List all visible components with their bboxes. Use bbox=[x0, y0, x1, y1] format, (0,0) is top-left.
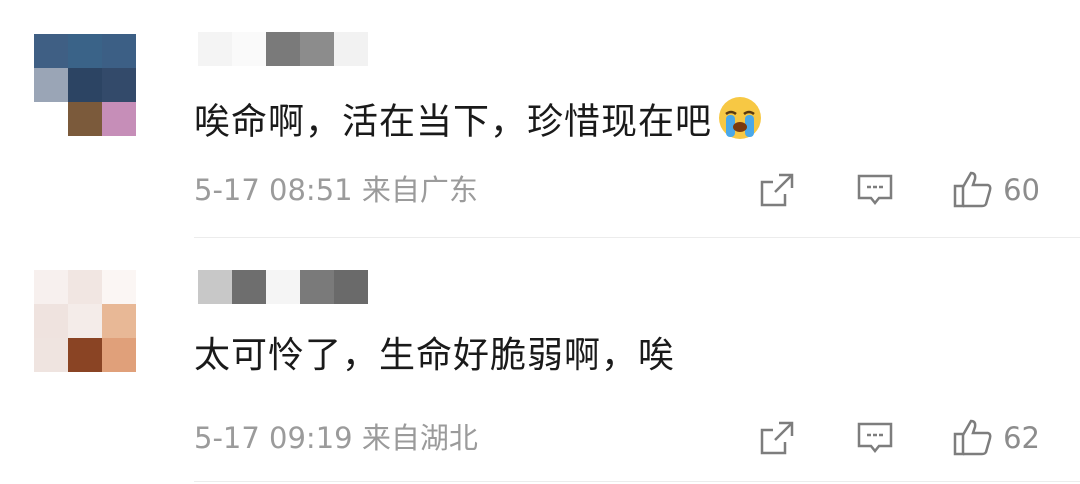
username-blurred[interactable] bbox=[198, 270, 368, 304]
like-count: 62 bbox=[1003, 421, 1040, 455]
comment-meta: 5-17 09:19 来自湖北 bbox=[194, 421, 478, 455]
like-icon[interactable] bbox=[951, 168, 995, 212]
avatar-pixel bbox=[102, 338, 136, 372]
avatar-pixel bbox=[68, 34, 102, 68]
avatar-pixel bbox=[34, 304, 68, 338]
avatar-pixel bbox=[34, 34, 68, 68]
comment-item: 唉命啊，活在当下，珍惜现在吧 5-17 08:51 来自广东 60 bbox=[0, 0, 1080, 238]
avatar-pixel bbox=[34, 68, 68, 102]
comment-meta: 5-17 08:51 来自广东 bbox=[194, 173, 478, 207]
avatar-pixel bbox=[34, 270, 68, 304]
comment-item: 太可怜了，生命好脆弱啊，唉 5-17 09:19 来自湖北 62 bbox=[0, 238, 1080, 484]
share-icon[interactable] bbox=[755, 168, 799, 212]
avatar-pixel bbox=[102, 304, 136, 338]
avatar-pixel bbox=[34, 338, 68, 372]
avatar-pixel bbox=[68, 270, 102, 304]
comment-text: 唉命啊，活在当下，珍惜现在吧 bbox=[194, 94, 764, 153]
avatar[interactable] bbox=[34, 270, 136, 372]
like-icon[interactable] bbox=[951, 416, 995, 460]
avatar-pixel bbox=[102, 68, 136, 102]
username-blurred[interactable] bbox=[198, 32, 368, 66]
avatar-pixel bbox=[68, 304, 102, 338]
comment-icon[interactable] bbox=[853, 168, 897, 212]
avatar-pixel bbox=[68, 102, 102, 136]
loudly-crying-face-icon bbox=[716, 94, 764, 153]
avatar-pixel bbox=[102, 270, 136, 304]
divider bbox=[194, 481, 1080, 482]
like-count: 60 bbox=[1003, 173, 1040, 207]
avatar-pixel bbox=[68, 338, 102, 372]
avatar-pixel bbox=[102, 34, 136, 68]
avatar-pixel bbox=[68, 68, 102, 102]
avatar[interactable] bbox=[34, 34, 136, 136]
avatar-pixel bbox=[102, 102, 136, 136]
avatar-pixel bbox=[34, 102, 68, 136]
share-icon[interactable] bbox=[755, 416, 799, 460]
comment-text: 太可怜了，生命好脆弱啊，唉 bbox=[194, 335, 676, 376]
comment-icon[interactable] bbox=[853, 416, 897, 460]
